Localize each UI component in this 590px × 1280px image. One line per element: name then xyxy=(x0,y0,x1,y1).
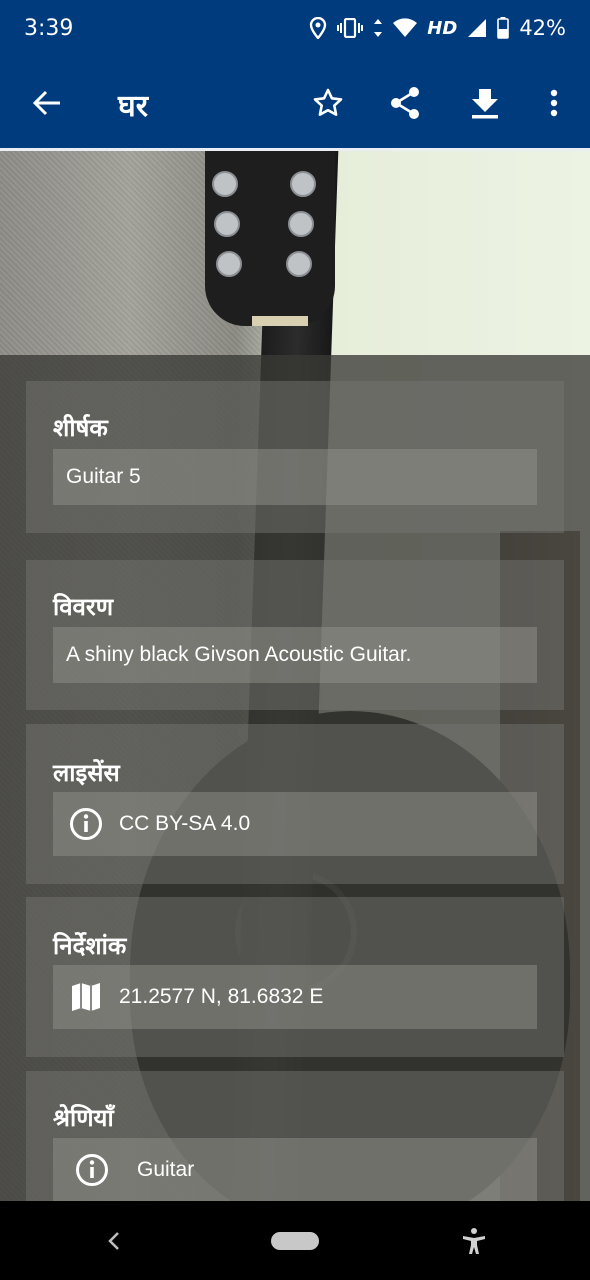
status-time: 3:39 xyxy=(24,16,74,41)
info-icon xyxy=(73,1151,111,1189)
photo-tuning-peg xyxy=(216,251,242,277)
app-bar: घर xyxy=(0,60,590,151)
title-value: Guitar 5 xyxy=(66,465,141,488)
categories-card: श्रेणियाँ Guitar xyxy=(26,1071,564,1211)
data-arrows-icon xyxy=(373,18,383,38)
coordinates-card: निर्देशांक 21.2577 N, 81.6832 E xyxy=(26,897,564,1057)
page-title: घर xyxy=(118,89,148,124)
vibrate-icon xyxy=(337,18,364,38)
category-label: Guitar xyxy=(137,1158,195,1181)
description-card: विवरण A shiny black Givson Acoustic Guit… xyxy=(26,560,564,710)
coordinates-heading: निर्देशांक xyxy=(53,932,127,960)
signal-icon xyxy=(467,18,487,38)
title-card: शीर्षक Guitar 5 xyxy=(26,381,564,533)
system-nav-bar xyxy=(0,1201,590,1280)
description-field[interactable]: A shiny black Givson Acoustic Guitar. xyxy=(53,627,537,683)
battery-percent: 42% xyxy=(519,16,566,40)
category-item[interactable]: Guitar xyxy=(53,1138,537,1202)
info-icon xyxy=(67,805,105,843)
title-field[interactable]: Guitar 5 xyxy=(53,449,537,505)
photo-tuning-peg xyxy=(214,211,240,237)
download-icon[interactable] xyxy=(467,84,503,122)
description-value: A shiny black Givson Acoustic Guitar. xyxy=(66,643,412,666)
accessibility-icon[interactable] xyxy=(460,1227,488,1259)
description-heading: विवरण xyxy=(53,593,114,621)
battery-icon xyxy=(497,17,510,39)
photo-tuning-peg xyxy=(288,211,314,237)
nav-home-pill[interactable] xyxy=(271,1232,319,1250)
nav-back-icon[interactable] xyxy=(104,1229,122,1257)
coordinates-field[interactable]: 21.2577 N, 81.6832 E xyxy=(53,965,537,1029)
status-icons: HD 42% xyxy=(309,16,566,40)
license-card: लाइसेंस CC BY-SA 4.0 xyxy=(26,724,564,884)
coordinates-value: 21.2577 N, 81.6832 E xyxy=(119,985,324,1008)
photo-tuning-peg xyxy=(290,171,316,197)
title-heading: शीर्षक xyxy=(53,414,108,442)
status-bar: 3:39 HD 42% xyxy=(0,0,590,60)
license-heading: लाइसेंस xyxy=(53,759,120,787)
wifi-icon xyxy=(393,18,418,38)
location-icon xyxy=(309,17,327,39)
categories-heading: श्रेणियाँ xyxy=(53,1104,114,1132)
star-icon[interactable] xyxy=(310,84,346,122)
photo-nut xyxy=(252,316,308,326)
map-icon xyxy=(67,978,105,1016)
photo-tuning-peg xyxy=(286,251,312,277)
network-type: HD xyxy=(427,17,458,39)
more-vert-icon[interactable] xyxy=(536,84,572,122)
share-icon[interactable] xyxy=(387,84,423,122)
license-field[interactable]: CC BY-SA 4.0 xyxy=(53,792,537,856)
back-arrow-icon[interactable] xyxy=(30,86,64,120)
photo-tuning-peg xyxy=(212,171,238,197)
license-value: CC BY-SA 4.0 xyxy=(119,812,251,835)
